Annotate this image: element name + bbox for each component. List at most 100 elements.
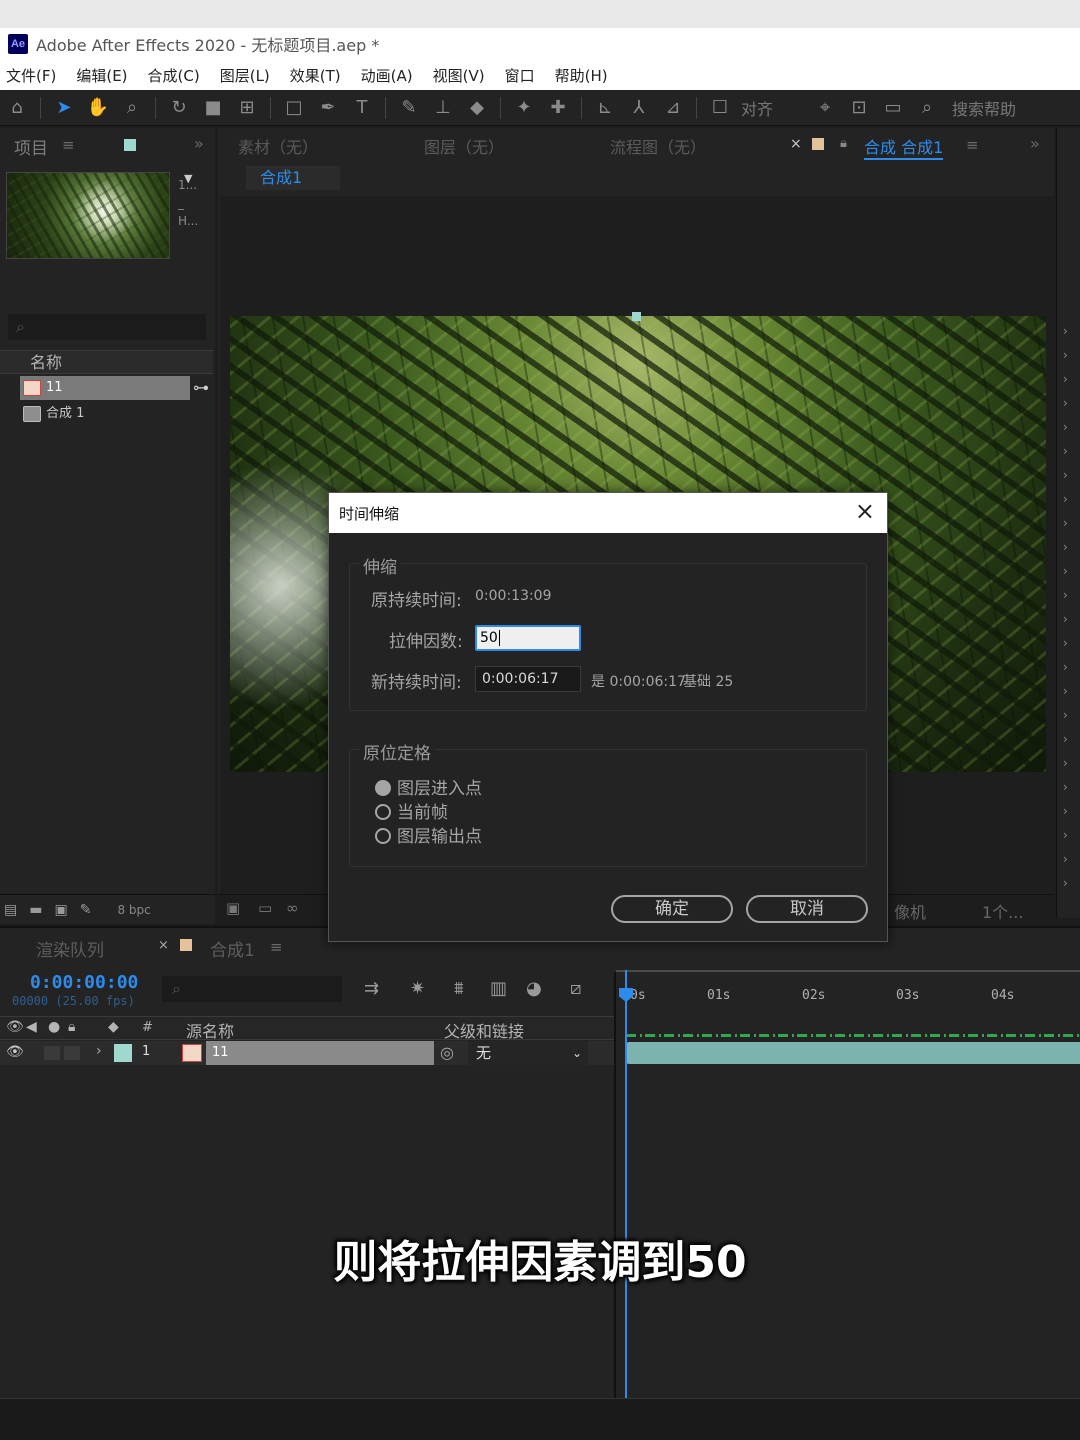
grid-icon[interactable]: ⊡	[847, 96, 871, 120]
vr-icon[interactable]: ▭	[881, 96, 905, 120]
chevron-right-icon[interactable]: ›	[1063, 444, 1068, 458]
text-tool-icon[interactable]: T	[350, 96, 374, 120]
camera-dropdown[interactable]: 像机	[894, 899, 926, 923]
eraser-tool-icon[interactable]: ◆	[465, 96, 489, 120]
rotate-tool-icon[interactable]: ↻	[167, 96, 191, 120]
project-item-footage[interactable]: 11	[20, 376, 190, 400]
search-help-field[interactable]: 搜索帮助	[952, 96, 1016, 120]
close-tab-icon[interactable]: ×	[158, 938, 169, 953]
panel-menu-icon[interactable]: ≡	[966, 136, 979, 154]
layer-row[interactable]: 👁︎ › 1 11 ◎ 无 ⌄	[0, 1041, 616, 1065]
chevron-right-icon[interactable]: ›	[1063, 708, 1068, 722]
chevron-right-icon[interactable]: ›	[1063, 588, 1068, 602]
anchor-handle[interactable]	[632, 312, 641, 321]
project-search-input[interactable]: ⌕	[8, 314, 206, 340]
brush-tool-icon[interactable]: ✎	[397, 96, 421, 120]
visibility-icon[interactable]: 👁︎	[6, 1044, 24, 1060]
menu-composition[interactable]: 合成(C)	[148, 65, 200, 86]
time-ruler[interactable]: 0s 01s 02s 03s 04s	[616, 972, 1080, 1014]
menu-layer[interactable]: 图层(L)	[220, 65, 270, 86]
panel-overflow-icon[interactable]: »	[1030, 134, 1040, 153]
project-item-composition[interactable]: 合成 1	[20, 402, 190, 426]
tab-render-queue[interactable]: 渲染队列	[36, 936, 104, 961]
current-time[interactable]: 0:00:00:00	[30, 972, 138, 993]
chevron-right-icon[interactable]: ›	[1063, 684, 1068, 698]
new-folder-icon[interactable]: ▬	[29, 902, 42, 918]
playhead[interactable]	[625, 970, 627, 1400]
pan-behind-tool-icon[interactable]: ⊞	[235, 96, 259, 120]
tab-layer[interactable]: 图层（无）	[424, 134, 504, 158]
tab-composition[interactable]: 合成 合成1	[864, 134, 944, 160]
layer-name[interactable]: 11	[206, 1041, 434, 1065]
layer-duration-bar[interactable]	[626, 1042, 1080, 1064]
flowchart-icon[interactable]: ⊶	[193, 378, 209, 397]
chevron-right-icon[interactable]: ›	[1063, 324, 1068, 338]
frame-blending-icon[interactable]: ▥	[490, 978, 507, 999]
chevron-right-icon[interactable]: ›	[1063, 564, 1068, 578]
tab-flowchart[interactable]: 流程图（无）	[610, 134, 706, 158]
menu-effect[interactable]: 效果(T)	[290, 65, 341, 86]
motion-blur-icon[interactable]: ◕	[526, 978, 542, 999]
chevron-right-icon[interactable]: ›	[1063, 372, 1068, 386]
radio-layer-in-point[interactable]: 图层进入点	[375, 774, 482, 799]
radio-current-frame[interactable]: 当前帧	[375, 798, 448, 823]
ok-button[interactable]: 确定	[611, 895, 733, 923]
align-checkbox-icon[interactable]: ☐	[708, 96, 732, 120]
menu-edit[interactable]: 编辑(E)	[76, 65, 127, 86]
comp-mini-flowchart-icon[interactable]: ⇉	[364, 978, 379, 999]
menu-file[interactable]: 文件(F)	[6, 65, 56, 86]
chevron-right-icon[interactable]: ›	[1063, 732, 1068, 746]
project-settings-icon[interactable]: ✎	[80, 902, 92, 918]
chevron-right-icon[interactable]: ›	[1063, 852, 1068, 866]
roto-brush-tool-icon[interactable]: ✦	[512, 96, 536, 120]
panel-menu-icon[interactable]: ≡	[270, 938, 283, 956]
lock-icon[interactable]: 🔒︎	[68, 1019, 75, 1035]
composition-breadcrumb[interactable]: 合成1	[246, 166, 340, 190]
chevron-right-icon[interactable]: ›	[1063, 780, 1068, 794]
menu-view[interactable]: 视图(V)	[433, 65, 485, 86]
chevron-right-icon[interactable]: ›	[1063, 636, 1068, 650]
selection-tool-icon[interactable]: ➤	[52, 96, 76, 120]
home-icon[interactable]: ⌂	[5, 96, 29, 120]
close-icon[interactable]: ×	[855, 497, 875, 525]
eye-icon[interactable]: 👁︎	[6, 1019, 24, 1035]
solo-icon[interactable]: ●	[48, 1019, 60, 1035]
new-composition-icon[interactable]: ▣	[54, 902, 67, 918]
timeline-search-input[interactable]: ⌕	[162, 976, 342, 1002]
chevron-right-icon[interactable]: ›	[1063, 348, 1068, 362]
chevron-right-icon[interactable]: ›	[1063, 540, 1068, 554]
chevron-right-icon[interactable]: ›	[1063, 828, 1068, 842]
chevron-right-icon[interactable]: ›	[1063, 612, 1068, 626]
chevron-right-icon[interactable]: ›	[96, 1043, 102, 1059]
view-count-dropdown[interactable]: 1个...	[982, 899, 1023, 923]
panel-overflow-icon[interactable]: »	[194, 134, 204, 153]
shy-layers-icon[interactable]: ⩩	[454, 978, 464, 999]
puppet-pin-tool-icon[interactable]: ✚	[546, 96, 570, 120]
chevron-right-icon[interactable]: ›	[1063, 876, 1068, 890]
chevron-right-icon[interactable]: ›	[1063, 420, 1068, 434]
mask-icon[interactable]: ∞	[286, 899, 299, 917]
menu-help[interactable]: 帮助(H)	[555, 65, 608, 86]
view-axis-icon[interactable]: ⊿	[661, 96, 685, 120]
chevron-right-icon[interactable]: ›	[1063, 396, 1068, 410]
audio-icon[interactable]: ◀	[26, 1019, 37, 1035]
snap-icon[interactable]: ⌖	[813, 96, 837, 120]
draft-3d-icon[interactable]: ✷	[410, 978, 425, 999]
hand-tool-icon[interactable]: ✋	[86, 96, 110, 120]
search-help-icon[interactable]: ⌕	[915, 96, 939, 120]
chevron-right-icon[interactable]: ›	[1063, 516, 1068, 530]
chevron-right-icon[interactable]: ›	[1063, 756, 1068, 770]
interpret-footage-icon[interactable]: ▤	[4, 902, 17, 918]
world-axis-icon[interactable]: ⅄	[627, 96, 651, 120]
lock-icon[interactable]: 🔒︎	[840, 136, 847, 151]
new-duration-input[interactable]: 0:00:06:17	[475, 666, 581, 692]
chevron-right-icon[interactable]: ›	[1063, 468, 1068, 482]
label-icon[interactable]: ◆	[108, 1019, 119, 1035]
chevron-right-icon[interactable]: ›	[1063, 492, 1068, 506]
clone-stamp-tool-icon[interactable]: ⊥	[431, 96, 455, 120]
bit-depth-label[interactable]: 8 bpc	[117, 903, 150, 917]
column-parent[interactable]: 父级和链接	[444, 1018, 524, 1042]
snapshot-icon[interactable]: ▣	[226, 899, 240, 917]
tab-timeline-comp[interactable]: 合成1	[210, 936, 255, 961]
project-tab[interactable]: 项目	[14, 134, 48, 159]
